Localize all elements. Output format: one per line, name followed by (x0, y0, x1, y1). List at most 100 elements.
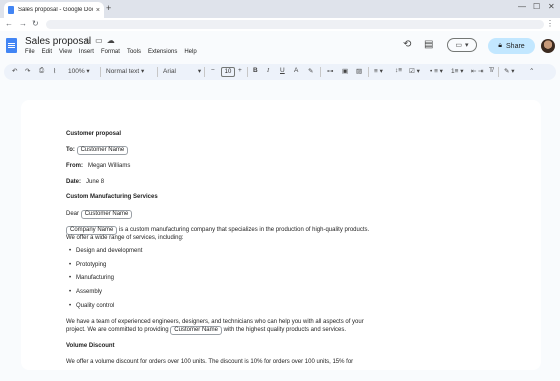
menu-extensions[interactable]: Extensions (148, 49, 177, 55)
print-icon[interactable]: ⎙ (39, 67, 44, 75)
formatting-toolbar: ↶ ↷ ⎙ ⌇ 100% ▾ Normal text ▾ Arial ▾ − 1… (4, 64, 556, 80)
company-name-chip[interactable]: Company Name (66, 226, 118, 236)
chevron-up-icon[interactable]: ⌃ (529, 67, 534, 75)
zoom-value: 100% (68, 68, 85, 75)
cloud-status-icon[interactable]: ☁ (107, 36, 119, 45)
align-icon[interactable]: ≡ ▾ (374, 67, 383, 75)
menu-tools[interactable]: Tools (127, 49, 141, 55)
chevron-down-icon: ▾ (465, 42, 469, 49)
italic-icon[interactable]: I (267, 67, 269, 74)
toolbar-divider (100, 67, 101, 77)
insert-link-icon[interactable]: ⊶ (327, 67, 334, 75)
numbered-list-icon[interactable]: 1≡ ▾ (451, 67, 463, 75)
list-item: Manufacturing (66, 275, 396, 289)
menu-view[interactable]: View (59, 49, 72, 55)
list-item: Assembly (66, 289, 396, 303)
text-color-icon[interactable]: A (294, 67, 298, 74)
intro-text-2: We offer a wide range of services, inclu… (66, 235, 184, 242)
toolbar-divider (498, 67, 499, 77)
toolbar-divider (320, 67, 321, 77)
list-item: Design and development (66, 248, 396, 262)
comments-icon[interactable]: ▤ (424, 39, 433, 50)
decrease-font-size-icon[interactable]: − (211, 67, 215, 74)
menu-help[interactable]: Help (184, 49, 196, 55)
back-icon[interactable]: ← (5, 19, 13, 28)
address-bar-row: ← → ↻ ⋮ (0, 18, 560, 31)
toolbar-divider (368, 67, 369, 77)
redo-icon[interactable]: ↷ (25, 67, 30, 75)
checklist-icon[interactable]: ☑ ▾ (409, 67, 420, 75)
minimize-icon[interactable]: — (518, 2, 526, 11)
undo-icon[interactable]: ↶ (12, 67, 17, 75)
maximize-icon[interactable]: ☐ (533, 2, 540, 11)
customer-name-chip[interactable]: Customer Name (76, 146, 129, 156)
lock-icon: 🔒︎ (498, 42, 503, 49)
paint-format-icon[interactable]: ⌇ (53, 67, 56, 75)
toolbar-divider (157, 67, 158, 77)
star-icon[interactable]: ☆ (84, 36, 95, 45)
volume-text: We offer a volume discount for orders ov… (66, 358, 354, 365)
share-button[interactable]: 🔒︎ Share (488, 38, 535, 54)
section-heading: Custom Manufacturing Services (66, 194, 158, 201)
menu-insert[interactable]: Insert (79, 49, 94, 55)
team-text-2b: with the highest quality products and se… (221, 327, 347, 334)
video-camera-icon: ▭ (455, 42, 463, 49)
to-line: To: Customer Name (66, 146, 396, 156)
underline-icon[interactable]: U (280, 67, 285, 74)
close-tab-icon[interactable]: × (96, 7, 100, 14)
document-title[interactable]: Sales proposal (25, 36, 91, 47)
zoom-select[interactable]: 100% ▾ (68, 67, 90, 75)
browser-tab-strip: Sales proposal - Google Docs × + — ☐ ✕ (0, 0, 560, 18)
bulleted-list-icon[interactable]: • ≡ ▾ (430, 67, 443, 75)
title-actions: ☆▭☁ (84, 36, 119, 45)
share-label: Share (506, 42, 525, 50)
reload-icon[interactable]: ↻ (32, 19, 39, 28)
toolbar-divider (204, 67, 205, 77)
services-list: Design and development Prototyping Manuf… (66, 248, 396, 316)
add-comment-icon[interactable]: ▣ (342, 67, 348, 75)
new-tab-icon[interactable]: + (106, 3, 111, 13)
bold-icon[interactable]: B (253, 67, 258, 74)
insert-image-icon[interactable]: ▨ (356, 67, 362, 75)
editing-mode-icon[interactable]: ✎ ▾ (504, 67, 515, 75)
forward-icon[interactable]: → (19, 19, 27, 28)
from-line: From: Megan Williams (66, 163, 396, 171)
browser-tab[interactable]: Sales proposal - Google Docs × (4, 2, 104, 18)
menu-edit[interactable]: Edit (42, 49, 52, 55)
document-body[interactable]: Customer proposal To: Customer Name From… (66, 131, 396, 366)
font-size-input[interactable]: 10 (221, 67, 235, 77)
docs-header: Sales proposal ☆▭☁ File Edit View Insert… (0, 31, 560, 62)
document-page[interactable]: Customer proposal To: Customer Name From… (21, 100, 541, 370)
move-folder-icon[interactable]: ▭ (95, 36, 107, 45)
close-window-icon[interactable]: ✕ (548, 2, 555, 11)
style-value: Normal text (106, 68, 140, 75)
clear-formatting-icon[interactable]: T̸ (489, 67, 493, 74)
team-text-1: We have a team of experienced engineers,… (66, 318, 364, 325)
browser-menu-icon[interactable]: ⋮ (546, 19, 554, 28)
version-history-icon[interactable]: ⟲ (403, 39, 411, 50)
font-select[interactable]: Arial ▾ (163, 67, 201, 75)
intro-text: is a custom manufacturing company that s… (117, 227, 370, 234)
meet-button[interactable]: ▭ ▾ (447, 38, 477, 52)
avatar[interactable] (541, 39, 555, 53)
dear-line: Dear Customer Name (66, 209, 396, 219)
menu-format[interactable]: Format (101, 49, 120, 55)
toolbar-divider (247, 67, 248, 77)
menu-file[interactable]: File (25, 49, 35, 55)
customer-name-chip[interactable]: Customer Name (80, 209, 133, 219)
customer-name-chip[interactable]: Customer Name (170, 326, 222, 336)
dear-text: Dear (66, 210, 80, 217)
line-spacing-icon[interactable]: ↕≡ (395, 67, 402, 74)
decrease-indent-icon[interactable]: ⇤ (471, 67, 476, 75)
highlight-color-icon[interactable]: ✎ (308, 67, 313, 75)
style-select[interactable]: Normal text ▾ (106, 67, 144, 75)
url-input[interactable] (46, 20, 544, 29)
list-item: Prototyping (66, 262, 396, 276)
docs-logo-icon[interactable] (6, 38, 17, 53)
doc-heading: Customer proposal (66, 131, 122, 137)
increase-indent-icon[interactable]: ⇥ (478, 67, 483, 75)
menu-bar: File Edit View Insert Format Tools Exten… (25, 49, 197, 55)
increase-font-size-icon[interactable]: + (238, 67, 242, 74)
browser-tab-title: Sales proposal - Google Docs (18, 7, 93, 13)
date-line: Date: June 8 (66, 179, 396, 187)
